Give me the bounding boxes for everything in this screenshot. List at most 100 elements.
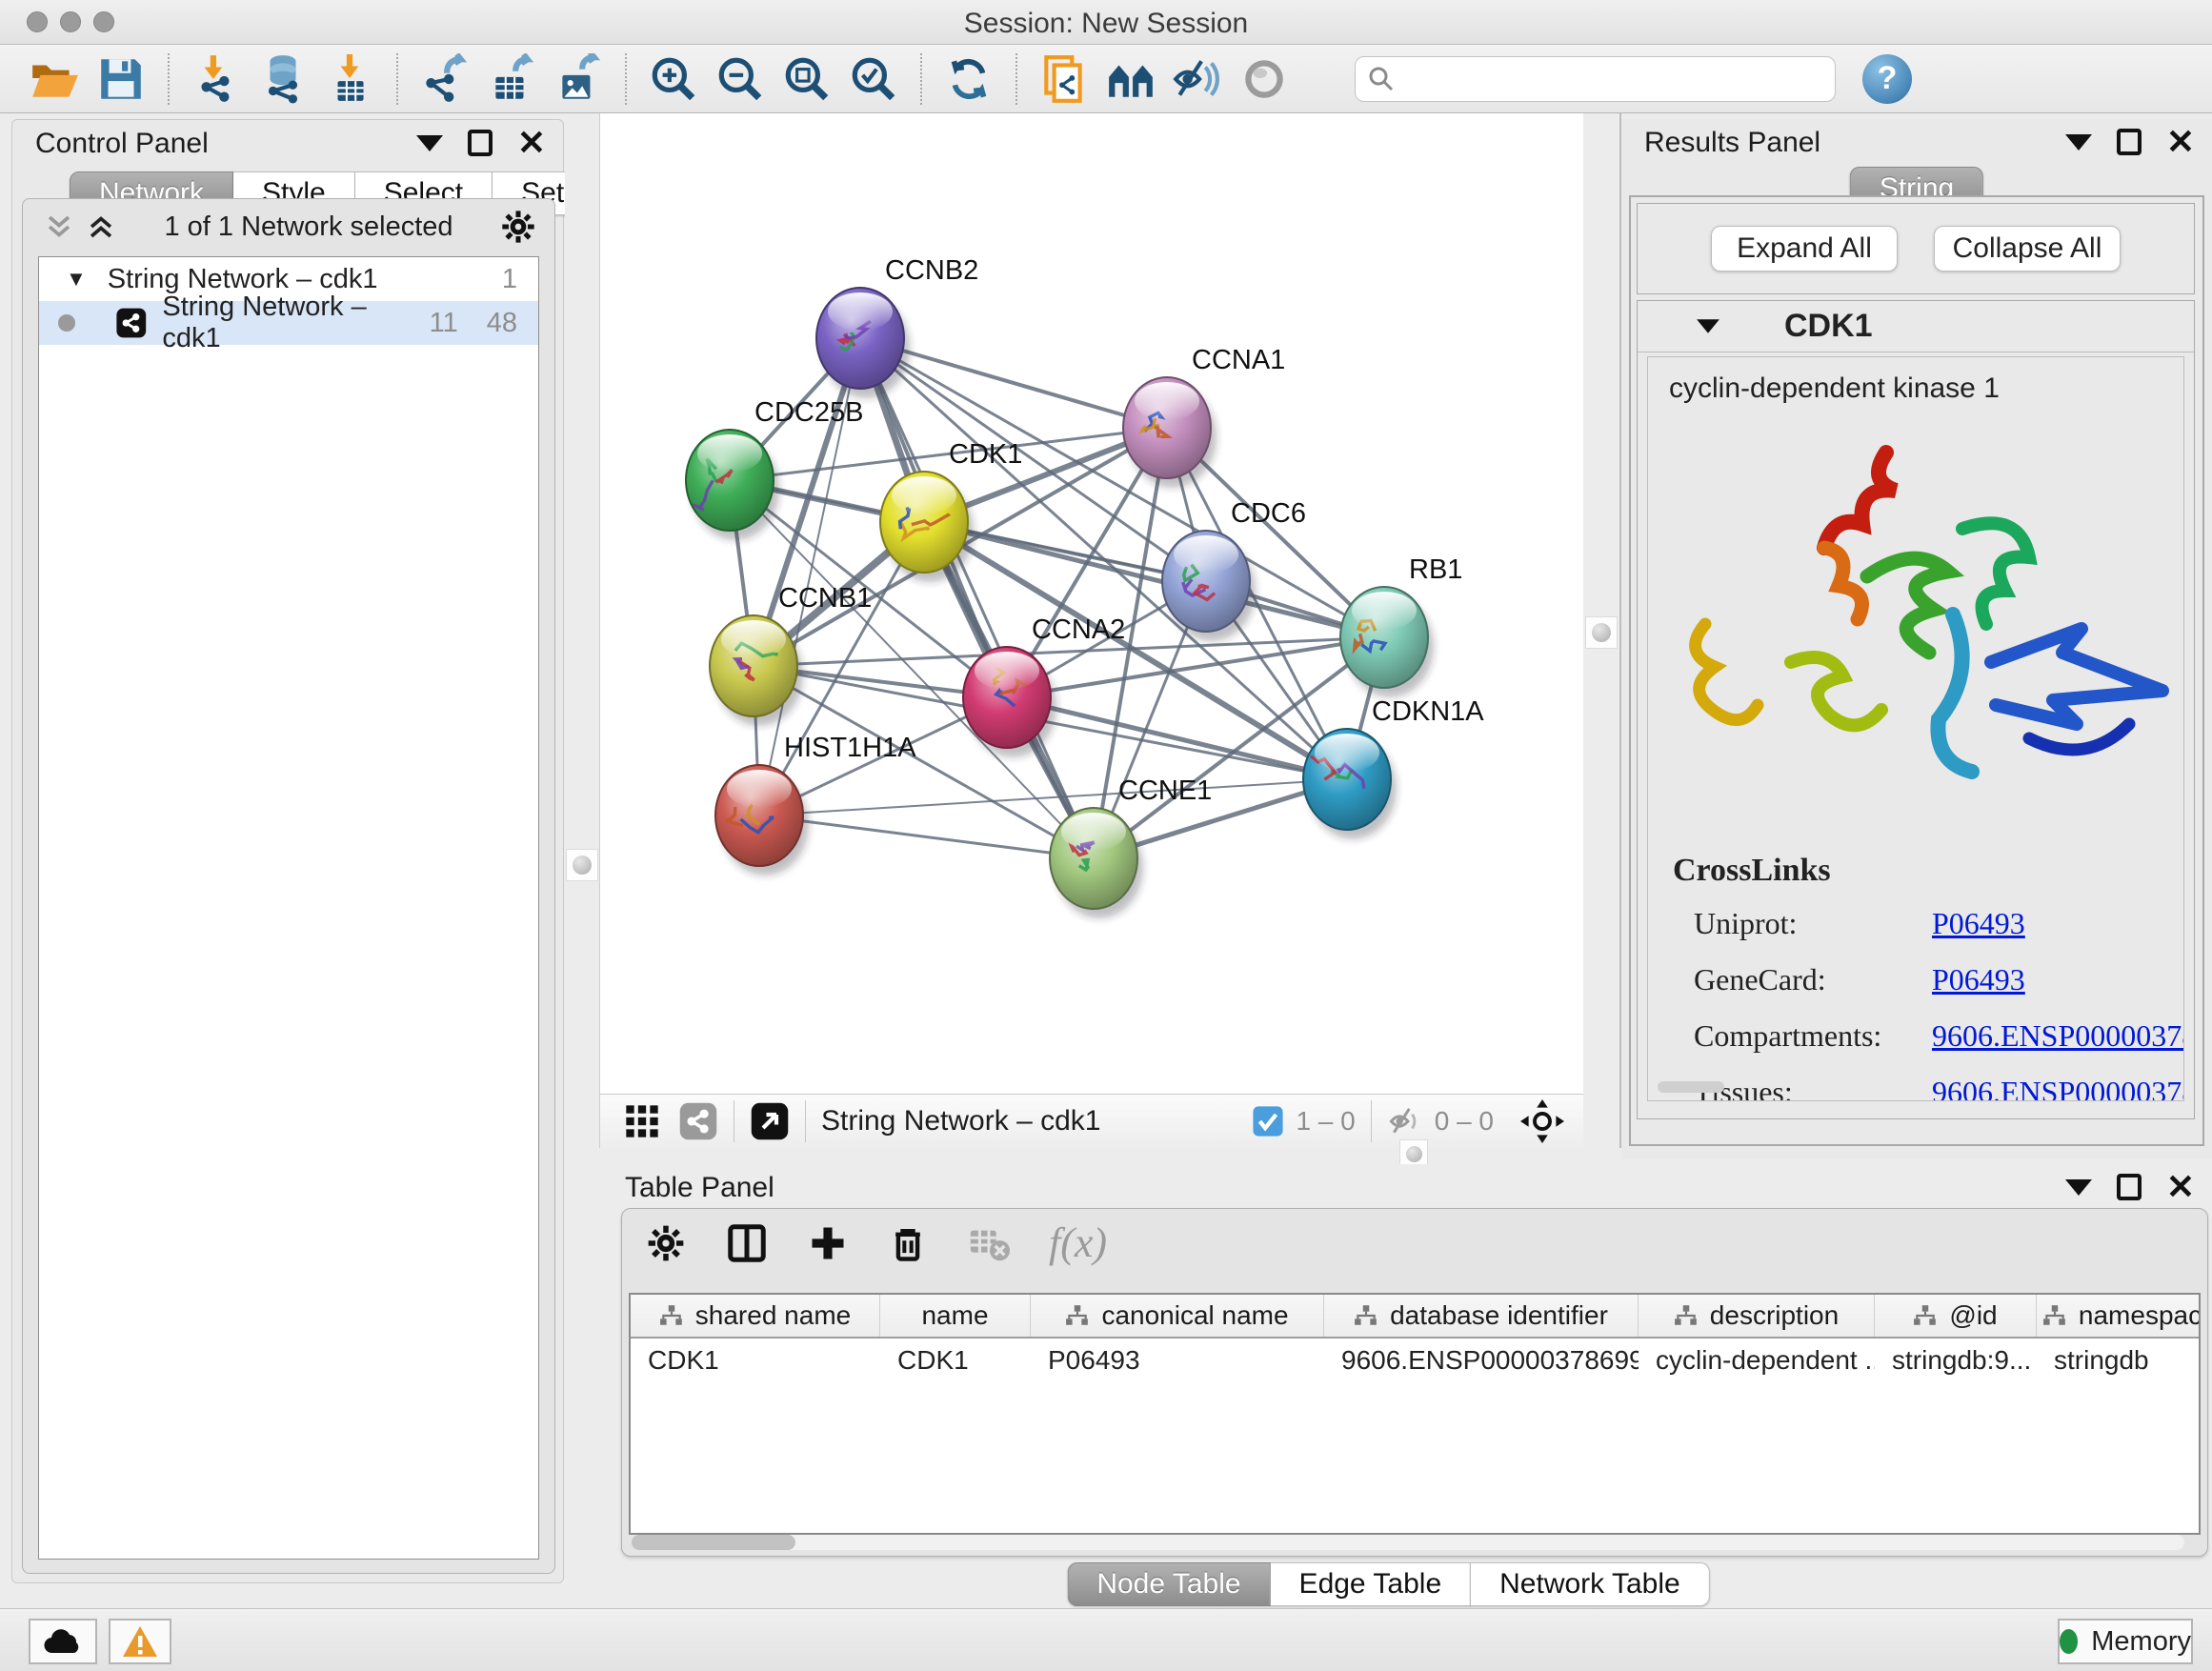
network-node-CCNA2[interactable]: CCNA2 (963, 614, 1125, 757)
tab-network-table[interactable]: Network Table (1471, 1562, 1710, 1606)
column-header-canonical-name[interactable]: canonical name (1031, 1295, 1324, 1337)
network-selection-status: 1 of 1 Network selected (118, 211, 499, 243)
import-network-button[interactable] (190, 52, 243, 106)
tab-node-table[interactable]: Node Table (1067, 1562, 1270, 1606)
show-columns-icon[interactable] (725, 1221, 769, 1265)
selected-checkbox-icon[interactable] (1252, 1105, 1284, 1137)
export-image-button[interactable] (552, 52, 605, 106)
network-node-HIST1H1A[interactable]: HIST1H1A (715, 733, 916, 876)
table-scrollbar-thumb[interactable] (632, 1535, 795, 1550)
refresh-button[interactable] (942, 52, 995, 106)
table-panel-close-icon[interactable]: ✕ (2166, 1174, 2195, 1200)
zoom-out-button[interactable] (714, 52, 767, 106)
zoom-in-button[interactable] (647, 52, 700, 106)
zoom-selected-button[interactable] (847, 52, 900, 106)
export-network-button[interactable] (418, 52, 472, 106)
grid-view-icon[interactable] (623, 1102, 661, 1140)
table-panel-float-icon[interactable] (2117, 1174, 2142, 1200)
open-in-window-icon[interactable] (750, 1101, 790, 1141)
search-field[interactable] (1355, 56, 1836, 102)
column-header-description[interactable]: description (1639, 1295, 1875, 1337)
gear-icon[interactable] (499, 208, 537, 246)
network-node-CDKN1A[interactable]: CDKN1A (1303, 696, 1484, 839)
right-pane-splitter[interactable] (1583, 113, 1621, 1148)
cloud-status-button[interactable] (29, 1619, 97, 1664)
control-panel-close-icon[interactable]: ✕ (517, 130, 546, 156)
add-column-icon[interactable] (807, 1222, 849, 1264)
crosslink-link[interactable]: 9606.ENSP00000378699 (1932, 1075, 2184, 1101)
warning-button[interactable] (109, 1619, 171, 1664)
results-panel-title: Results Panel (1644, 127, 1820, 159)
memory-button[interactable]: Memory (2058, 1619, 2193, 1664)
table-cell[interactable]: cyclin-dependent ... (1639, 1339, 1875, 1382)
column-header-database-identifier[interactable]: database identifier (1324, 1295, 1639, 1337)
entry-collapse-icon[interactable] (1697, 319, 1719, 332)
expand-all-button[interactable]: Expand All (1711, 226, 1898, 272)
collapse-all-button[interactable]: Collapse All (1934, 226, 2121, 272)
network-row[interactable]: String Network – cdk1 11 48 (39, 301, 538, 345)
column-header-@id[interactable]: @id (1875, 1295, 2037, 1337)
network-edge-HIST1H1A-CCNE1[interactable] (759, 815, 1094, 858)
export-network-icon (419, 53, 471, 105)
crosslink-link[interactable]: 9606.ENSP00000378699 (1932, 1018, 2184, 1054)
column-header-shared-name[interactable]: shared name (631, 1295, 880, 1337)
table-gear-icon[interactable] (645, 1222, 687, 1264)
table-row[interactable]: CDK1CDK1P064939606.ENSP00000378699cyclin… (631, 1339, 2199, 1382)
network-node-CDC6[interactable]: CDC6 (1162, 498, 1306, 641)
network-node-CCNB1[interactable]: CCNB1 (710, 583, 872, 726)
export-table-button[interactable] (485, 52, 538, 106)
results-scrollbar-thumb[interactable] (1658, 1081, 1724, 1093)
network-node-CCNA1[interactable]: CCNA1 (1123, 345, 1285, 488)
table-cell[interactable]: stringdb (2037, 1339, 2201, 1382)
control-panel-menu-icon[interactable] (416, 135, 443, 151)
results-panel-float-icon[interactable] (2117, 129, 2142, 155)
network-node-RB1[interactable]: RB1 (1340, 554, 1462, 697)
protein-structure-image (1648, 424, 2182, 843)
crosslink-link[interactable]: P06493 (1932, 906, 2025, 941)
show-all-button[interactable] (1237, 52, 1291, 106)
hide-selected-button[interactable] (1171, 52, 1224, 106)
import-table-button[interactable] (323, 52, 376, 106)
control-panel-float-icon[interactable] (468, 130, 493, 156)
splitter-handle[interactable] (566, 849, 598, 881)
table-scrollbar-track[interactable] (632, 1535, 2184, 1550)
left-pane-splitter[interactable] (565, 113, 600, 1148)
results-panel-menu-icon[interactable] (2065, 134, 2092, 151)
import-database-button[interactable] (256, 52, 310, 106)
collapse-all-icon[interactable] (42, 211, 76, 243)
table-cell[interactable]: CDK1 (631, 1339, 880, 1382)
network-edge-CDK1-RB1[interactable] (924, 522, 1384, 637)
collection-expand-icon[interactable]: ▼ (66, 267, 87, 292)
delete-column-icon[interactable] (887, 1222, 929, 1264)
table-cell[interactable]: stringdb:9... (1875, 1339, 2037, 1382)
open-session-button[interactable] (28, 52, 81, 106)
network-canvas[interactable]: CCNB2CCNA1CDC25BCDK1CDC6RB1CCNB1CCNA2CDK… (600, 113, 1583, 1094)
crosslink-link[interactable]: P06493 (1932, 962, 2025, 997)
network-edge-CCNB2-CCNE1[interactable] (860, 338, 1094, 858)
toolbar-separator (1016, 53, 1017, 105)
help-button[interactable]: ? (1862, 54, 1912, 104)
zoom-fit-button[interactable] (780, 52, 834, 106)
column-header-namespac[interactable]: namespac (2037, 1295, 2201, 1337)
results-panel: Results Panel ✕ String Expand All Collap… (1621, 119, 2212, 1159)
results-panel-close-icon[interactable]: ✕ (2166, 129, 2195, 155)
tab-edge-table[interactable]: Edge Table (1271, 1562, 1472, 1606)
string-view-icon[interactable] (678, 1101, 718, 1141)
search-input[interactable] (1396, 64, 1805, 94)
table-panel-menu-icon[interactable] (2065, 1179, 2092, 1196)
birds-eye-view-icon[interactable] (1520, 1099, 1564, 1143)
export-table-icon (486, 53, 537, 105)
table-cell[interactable]: CDK1 (880, 1339, 1031, 1382)
network-node-CCNB2[interactable]: CCNB2 (816, 255, 978, 398)
table-cell[interactable]: 9606.ENSP00000378699 (1324, 1339, 1639, 1382)
column-header-name[interactable]: name (880, 1295, 1031, 1337)
first-neighbors-button[interactable] (1104, 52, 1157, 106)
table-cell[interactable]: P06493 (1031, 1339, 1324, 1382)
save-session-button[interactable] (94, 52, 148, 106)
copy-style-button[interactable] (1037, 52, 1091, 106)
crosslink-row: Compartments: 9606.ENSP00000378699 (1673, 1018, 2184, 1054)
network-edge-count: 48 (487, 308, 517, 339)
splitter-handle[interactable] (1585, 616, 1618, 649)
toolbar-separator (625, 53, 627, 105)
expand-all-icon[interactable] (84, 211, 118, 243)
